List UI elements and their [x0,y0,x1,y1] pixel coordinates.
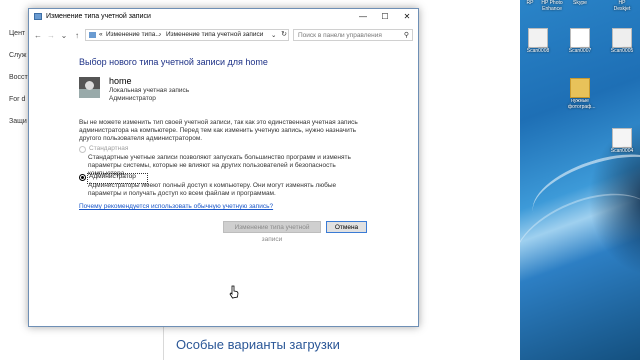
forward-button[interactable]: → [45,28,57,43]
administrator-option-description: Администраторы имеют полный доступ к ком… [88,182,337,197]
search-placeholder: Поиск в панели управления [298,32,382,39]
desktop-shortcut-icon[interactable]: HP Photo Enhance [540,0,564,12]
folder-icon [570,78,590,98]
sidebar-item[interactable]: Служ [9,52,26,59]
scan-file-icon[interactable]: Scan0007 [568,28,592,54]
refresh-icon[interactable]: ↻ [279,30,289,38]
back-button[interactable]: ← [32,28,44,43]
title-bar[interactable]: Изменение типа учетной записи — ☐ ✕ [29,9,418,25]
document-thumbnail [528,28,548,48]
desktop-icon-label: HP Deskjet [613,0,631,12]
breadcrumb-item[interactable]: Изменение типа... [106,31,161,38]
avatar-sky [85,81,94,90]
user-avatar [79,77,100,98]
cancel-button[interactable]: Отмена [326,221,367,233]
administrator-option-label[interactable]: Администратор [89,173,136,180]
scan-file-icon[interactable]: Scan0008 [526,28,550,54]
close-button[interactable]: ✕ [396,9,418,25]
info-text: Вы не можете изменить тип своей учетной … [79,119,358,142]
desktop-icon-label: Scan0005 [610,48,634,54]
window-title: Изменение типа учетной записи [46,13,151,20]
control-panel-icon [34,13,42,20]
sidebar-item[interactable]: Восст [9,74,28,81]
account-role: Администратор [109,95,156,102]
background-sidebar: Цент Служ Восст For d Защи [0,0,30,360]
search-icon[interactable]: ⚲ [404,31,409,39]
chevron-down-icon[interactable]: ⌄ [271,31,276,39]
account-kind: Локальная учетная запись [109,87,190,94]
standard-radio[interactable] [79,146,86,153]
breadcrumb-separator: › [159,31,162,38]
breadcrumb-separator: « [99,31,103,38]
desktop-shortcut-icon[interactable]: RP [518,0,542,6]
maximize-button[interactable]: ☐ [374,9,396,25]
administrator-radio[interactable] [79,174,86,181]
breadcrumb-item[interactable]: Изменение типа учетной записи [166,31,263,38]
desktop-wallpaper: RP HP Photo Enhance Skype HP Deskjet Sca… [500,0,640,360]
divider [163,326,164,360]
user-name: home [109,76,132,86]
section-heading: Особые варианты загрузки [176,337,340,352]
sidebar-item[interactable]: For d [9,96,25,103]
desktop-shortcut-icon[interactable]: HP Deskjet [610,0,634,12]
desktop-icon-label: HP Photo Enhance [541,0,563,12]
folder-icon[interactable]: нужные фотограф... [568,78,596,110]
avatar-landscape [79,89,100,98]
desktop-icon-label: Scan0007 [568,48,592,54]
desktop-icon-label: RP [526,0,534,6]
desktop-shortcut-icon[interactable]: Skype [568,0,592,6]
document-thumbnail [612,28,632,48]
document-thumbnail [570,28,590,48]
recent-locations-button[interactable]: ⌄ [58,28,70,43]
page-title: Выбор нового типа учетной записи для hom… [79,57,268,67]
document-thumbnail [612,128,632,148]
sidebar-item[interactable]: Цент [9,30,25,37]
minimize-button[interactable]: — [352,9,374,25]
desktop-icon-label: Skype [573,0,587,6]
scan-file-icon[interactable]: Scan0005 [610,28,634,54]
search-input[interactable]: Поиск в панели управления ⚲ [293,29,413,41]
up-button[interactable]: ↑ [71,28,83,43]
change-account-type-window: Изменение типа учетной записи — ☐ ✕ ← → … [28,8,419,327]
change-account-type-button[interactable]: Изменение типа учетной записи [223,221,321,243]
why-standard-link[interactable]: Почему рекомендуется использовать обычну… [79,203,273,210]
sidebar-item[interactable]: Защи [9,118,27,125]
desktop-icon-label: Scan0004 [610,148,634,154]
desktop-icon-label: Scan0008 [526,48,550,54]
desktop-icon-label: нужные фотограф... [568,98,596,110]
standard-option-label: Стандартная [89,145,129,152]
address-bar[interactable]: « Изменение типа... › Изменение типа уче… [85,29,289,41]
scan-file-icon[interactable]: Scan0004 [610,128,634,154]
navigation-bar: ← → ⌄ ↑ « Изменение типа... › Изменение … [29,28,418,43]
hand-cursor-icon [229,285,239,301]
control-panel-icon [89,32,96,38]
